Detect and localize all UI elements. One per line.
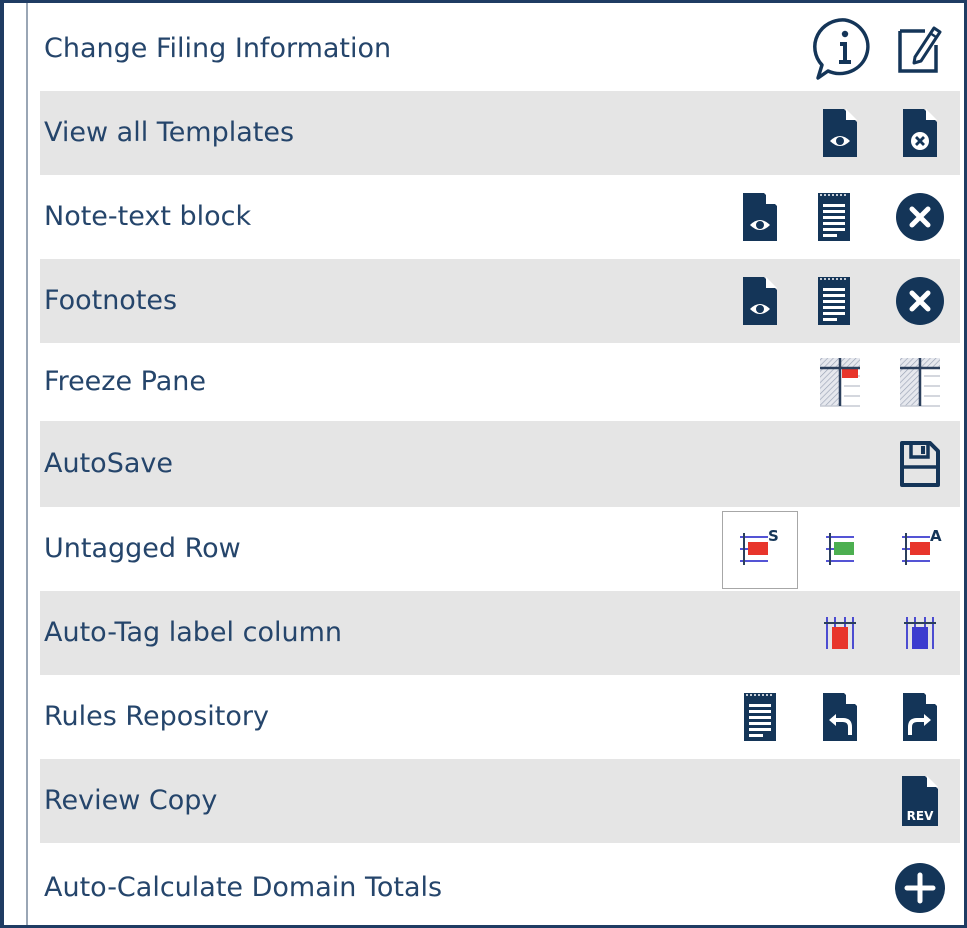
panel-divider xyxy=(26,3,28,925)
row-untagged-row: Untagged Row S A xyxy=(40,507,960,591)
row-label: Untagged Row xyxy=(44,533,241,564)
info-speech-icon[interactable] xyxy=(812,16,878,82)
add-circle-icon[interactable] xyxy=(894,862,946,914)
row-label: Change Filing Information xyxy=(44,33,392,64)
notes-list-icon[interactable] xyxy=(741,691,779,743)
file-remove-icon[interactable] xyxy=(901,107,939,159)
row-label: Freeze Pane xyxy=(44,366,206,397)
row-label: Review Copy xyxy=(44,785,218,816)
row-tag-a-icon[interactable]: A xyxy=(896,527,948,571)
review-badge-text: REV xyxy=(907,809,934,823)
notes-list-icon[interactable] xyxy=(815,191,853,243)
row-footnotes: Footnotes xyxy=(40,259,960,343)
row-review-copy: Review Copy REV xyxy=(40,759,960,843)
freeze-pane-off-icon[interactable] xyxy=(898,356,942,408)
row-label: AutoSave xyxy=(44,448,173,479)
svg-text:S: S xyxy=(768,527,779,545)
row-rules-repository: Rules Repository xyxy=(40,675,960,759)
save-icon[interactable] xyxy=(898,439,942,489)
edit-note-icon[interactable] xyxy=(897,23,943,75)
row-autosave: AutoSave xyxy=(40,421,960,507)
row-label: Note-text block xyxy=(44,201,252,232)
review-file-icon[interactable]: REV xyxy=(900,774,940,828)
column-tag-blue-icon[interactable] xyxy=(900,613,940,653)
row-tag-green-icon[interactable] xyxy=(820,527,860,571)
settings-list: Change Filing Information View all Templ… xyxy=(40,7,960,925)
row-tag-s-icon[interactable]: S xyxy=(734,527,786,571)
svg-text:A: A xyxy=(930,527,942,545)
file-view-icon[interactable] xyxy=(741,275,779,327)
row-label: View all Templates xyxy=(44,117,295,148)
file-view-icon[interactable] xyxy=(741,191,779,243)
close-circle-icon[interactable] xyxy=(895,276,945,326)
file-redo-icon[interactable] xyxy=(901,691,939,743)
row-auto-tag-label-column: Auto-Tag label column xyxy=(40,591,960,675)
row-freeze-pane: Freeze Pane xyxy=(40,343,960,421)
row-label: Footnotes xyxy=(44,285,178,316)
file-undo-icon[interactable] xyxy=(821,691,859,743)
row-label: Auto-Calculate Domain Totals xyxy=(44,872,443,903)
freeze-pane-on-icon[interactable] xyxy=(818,356,862,408)
file-view-icon[interactable] xyxy=(821,107,859,159)
notes-list-icon[interactable] xyxy=(815,275,853,327)
close-circle-icon[interactable] xyxy=(895,192,945,242)
row-label: Auto-Tag label column xyxy=(44,617,343,648)
row-change-filing-information: Change Filing Information xyxy=(40,7,960,91)
settings-panel: Change Filing Information View all Templ… xyxy=(0,0,967,928)
row-auto-calculate-domain-totals: Auto-Calculate Domain Totals xyxy=(40,843,960,925)
row-view-all-templates: View all Templates xyxy=(40,91,960,175)
row-label: Rules Repository xyxy=(44,701,269,732)
column-tag-red-icon[interactable] xyxy=(820,613,860,653)
row-note-text-block: Note-text block xyxy=(40,175,960,259)
